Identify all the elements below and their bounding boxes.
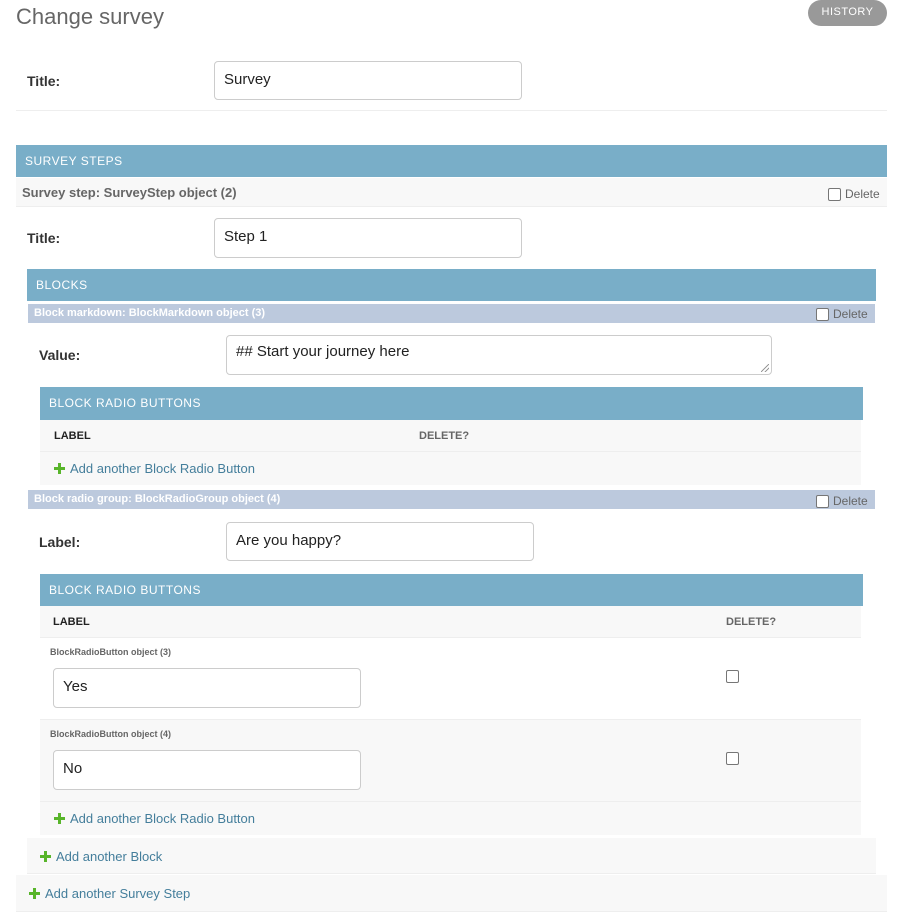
add-icon [29, 888, 40, 899]
resize-grip-icon[interactable] [761, 364, 769, 372]
radio-button-delete-checkbox[interactable] [726, 670, 739, 683]
markdown-value-text: ## Start your journey here [236, 343, 410, 360]
radio-group-label-input[interactable]: Are you happy? [226, 522, 534, 561]
radio-button-object-label: BlockRadioButton object (3) [50, 647, 171, 657]
block-markdown-delete-checkbox[interactable] [816, 307, 829, 321]
add-radio-button-label: Add another Block Radio Button [70, 811, 256, 826]
radio-group-label-label: Label: [39, 534, 81, 550]
markdown-value-textarea[interactable]: ## Start your journey here [226, 335, 772, 375]
add-icon [40, 851, 51, 862]
block-radio-group-delete-label: Delete [833, 494, 868, 508]
markdown-add-radio-button-link[interactable]: Add another Block Radio Button [54, 461, 255, 476]
add-icon [54, 813, 65, 824]
step-title-label: Title: [27, 230, 61, 246]
add-radio-button-label: Add another Block Radio Button [70, 461, 256, 476]
page-title: Change survey [16, 4, 164, 29]
column-delete: DELETE? [419, 430, 470, 442]
survey-title-input[interactable]: Survey [214, 61, 522, 100]
add-icon [54, 463, 65, 474]
blocks-header: BLOCKS [27, 269, 876, 301]
column-label: LABEL [54, 430, 91, 442]
block-markdown-delete[interactable]: Delete [816, 307, 868, 321]
add-survey-step-label: Add another Survey Step [45, 886, 191, 901]
radio-button-delete-checkbox[interactable] [726, 752, 739, 765]
radio-group-buttons-header: BLOCK RADIO BUTTONS [40, 574, 863, 606]
block-radio-group-delete-checkbox[interactable] [816, 494, 829, 508]
survey-title-label: Title: [27, 73, 61, 89]
add-block-link[interactable]: Add another Block [40, 849, 162, 864]
radio-group-table-header: LABEL DELETE? [40, 606, 861, 638]
survey-step-bar: Survey step: SurveyStep object (2) [16, 178, 887, 207]
block-radio-group-bar: Block radio group: BlockRadioGroup objec… [28, 490, 875, 509]
survey-step-delete-label: Delete [845, 187, 880, 201]
block-markdown-label: Block markdown: BlockMarkdown object (3) [34, 307, 266, 319]
add-block-label: Add another Block [56, 849, 163, 864]
block-radio-group-label: Block radio group: BlockRadioGroup objec… [34, 493, 281, 505]
markdown-radio-table-header: LABEL DELETE? [40, 420, 861, 452]
block-markdown-bar: Block markdown: BlockMarkdown object (3) [28, 304, 875, 323]
radio-button-label-input[interactable]: Yes [53, 668, 361, 708]
column-delete: DELETE? [726, 616, 777, 628]
step-title-input[interactable]: Step 1 [214, 218, 522, 258]
radio-button-object-label: BlockRadioButton object (4) [50, 729, 171, 739]
markdown-radio-buttons-header: BLOCK RADIO BUTTONS [40, 387, 863, 420]
divider [16, 110, 887, 111]
survey-step-delete-checkbox[interactable] [828, 187, 841, 201]
survey-step-delete[interactable]: Delete [828, 187, 880, 201]
column-label: LABEL [53, 616, 90, 628]
markdown-value-label: Value: [39, 347, 81, 363]
block-markdown-delete-label: Delete [833, 307, 868, 321]
add-survey-step-link[interactable]: Add another Survey Step [29, 886, 190, 901]
block-radio-group-delete[interactable]: Delete [816, 494, 868, 508]
survey-step-label: Survey step: SurveyStep object (2) [22, 185, 237, 200]
radio-group-add-radio-button-link[interactable]: Add another Block Radio Button [54, 811, 255, 826]
radio-button-label-input[interactable]: No [53, 750, 361, 790]
history-button[interactable]: HISTORY [808, 0, 887, 26]
survey-steps-header: SURVEY STEPS [16, 145, 887, 177]
